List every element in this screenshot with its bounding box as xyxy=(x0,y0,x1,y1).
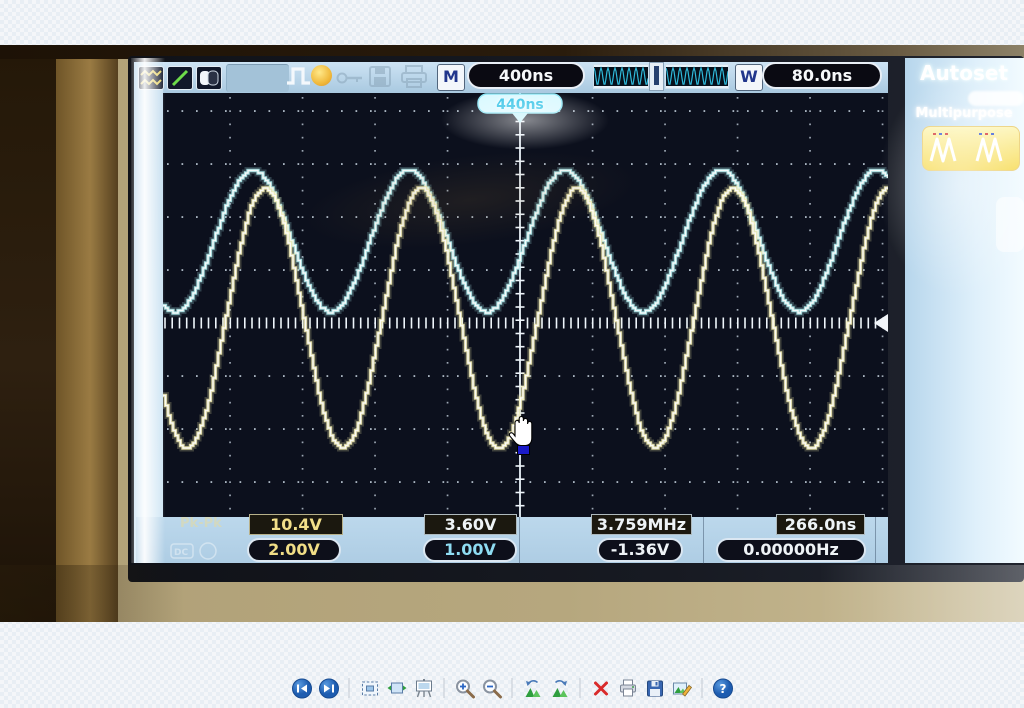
record-preview-left xyxy=(593,64,649,89)
slideshow-button[interactable] xyxy=(412,676,436,700)
photo-background-tan-column xyxy=(56,45,118,622)
edit-button[interactable] xyxy=(670,676,694,700)
save-disk-icon xyxy=(368,65,392,92)
photo-vignette xyxy=(0,565,1024,622)
save-button[interactable] xyxy=(643,676,667,700)
ch2-pkpk-readout: 3.60V xyxy=(424,514,517,535)
window-timebase-value: 80.0ns xyxy=(762,62,882,89)
faded-softkey xyxy=(996,197,1024,252)
persistence-icon xyxy=(167,66,193,90)
zoom-in-button[interactable] xyxy=(453,676,477,700)
next-image-button[interactable] xyxy=(317,676,341,700)
help-button[interactable]: ? xyxy=(711,676,735,700)
multicycle-waveform-button xyxy=(922,126,1020,171)
rotate-right-button[interactable] xyxy=(548,676,572,700)
actual-size-button[interactable] xyxy=(385,676,409,700)
scope-graticule: 440ns xyxy=(163,93,888,517)
window-position-marker xyxy=(649,62,664,91)
toolbar-separator xyxy=(702,678,703,698)
svg-text:DC: DC xyxy=(174,548,188,558)
main-timebase-label: M xyxy=(437,64,465,91)
ch2-scale-readout: 1.00V xyxy=(423,538,517,562)
print-button[interactable] xyxy=(616,676,640,700)
status-divider xyxy=(519,517,520,564)
toolbar-separator xyxy=(512,678,513,698)
printer-icon xyxy=(400,65,428,92)
delete-button[interactable] xyxy=(589,676,613,700)
panel-reflection xyxy=(968,91,1024,106)
run-status-icon xyxy=(311,65,332,86)
toolbar-separator xyxy=(349,678,350,698)
main-timebase-value: 400ns xyxy=(467,62,585,89)
measurement-type-label: Pk-Pk xyxy=(180,516,222,531)
scope-left-margin xyxy=(134,62,163,563)
best-fit-button[interactable] xyxy=(358,676,382,700)
status-divider xyxy=(875,517,876,564)
viewer-toolbar: ? xyxy=(290,676,735,700)
multipurpose-label: Multipurpose xyxy=(904,106,1024,121)
toolbar-separator xyxy=(444,678,445,698)
svg-text:?: ? xyxy=(719,682,726,696)
record-preview-right xyxy=(665,64,729,89)
svg-text:440ns: 440ns xyxy=(496,97,544,113)
previous-image-button[interactable] xyxy=(290,676,314,700)
contrast-icon xyxy=(196,66,222,90)
trigger-level-readout: -1.36V xyxy=(597,538,683,562)
status-divider xyxy=(703,517,704,564)
period-readout: 266.0ns xyxy=(776,514,865,535)
key-lock-icon xyxy=(336,70,364,89)
ext-frequency-readout: 0.00000Hz xyxy=(716,538,866,562)
ch1-scale-readout: 2.00V xyxy=(247,538,341,562)
top-bar-inset xyxy=(226,64,289,92)
image-viewer-window: M 400ns W 80.0ns 440ns Pk-Pk 10.4V 3.60V… xyxy=(0,0,1024,708)
oscilloscope-photo[interactable]: M 400ns W 80.0ns 440ns Pk-Pk 10.4V 3.60V… xyxy=(0,45,1024,622)
toolbar-separator xyxy=(580,678,581,698)
pulse-icon xyxy=(286,64,312,92)
coupling-dc-icon: DC xyxy=(170,541,230,565)
photo-background-dark xyxy=(0,45,62,622)
frequency-readout: 3.759MHz xyxy=(591,514,692,535)
display-format-icon xyxy=(138,66,164,90)
window-timebase-label: W xyxy=(735,64,763,91)
rotate-left-button[interactable] xyxy=(521,676,545,700)
zoom-out-button[interactable] xyxy=(480,676,504,700)
autoset-softkey-label: Autoset xyxy=(906,61,1022,85)
ch1-pkpk-readout: 10.4V xyxy=(249,514,343,535)
